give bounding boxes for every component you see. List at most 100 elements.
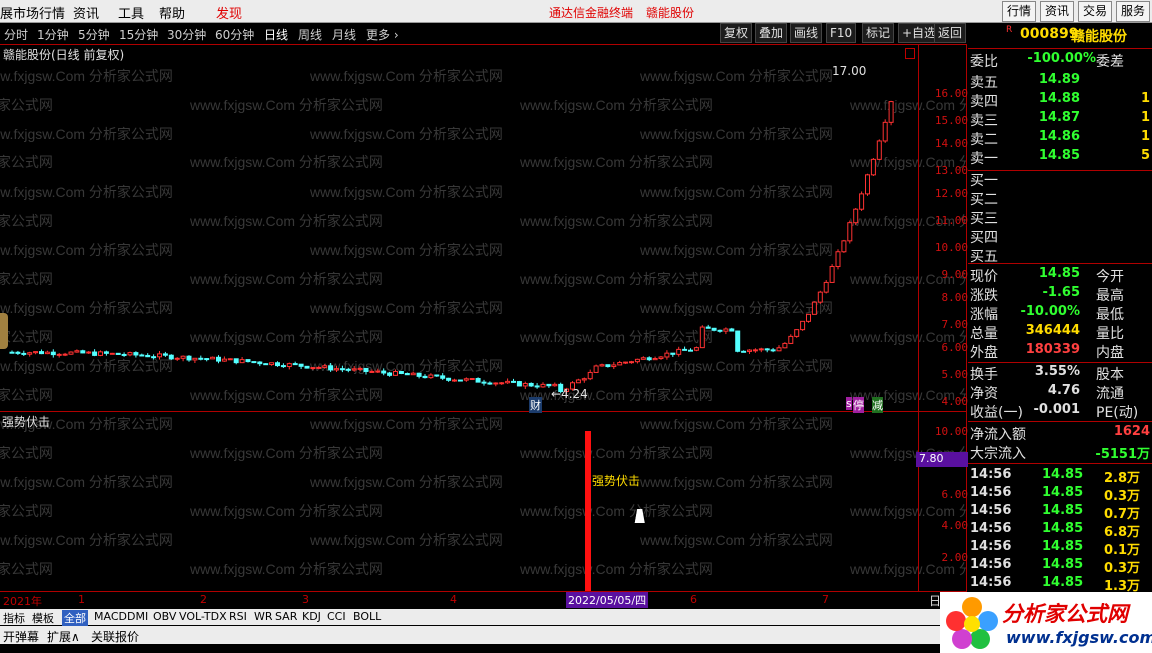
menu-help[interactable]: 帮助 bbox=[159, 3, 185, 22]
finance-marker[interactable]: 财 bbox=[529, 397, 542, 413]
tick-row[interactable]: 14:56 14.85 1.3万 bbox=[968, 575, 1152, 594]
tab-template[interactable]: 模板 bbox=[32, 610, 54, 626]
period-daily[interactable]: 日线 bbox=[264, 26, 288, 43]
tick-row[interactable]: 14:56 14.85 0.3万 bbox=[968, 557, 1152, 576]
candle-body bbox=[162, 353, 168, 356]
candle bbox=[511, 378, 516, 383]
candle-body bbox=[575, 379, 581, 384]
tick-volume: 2.8万 bbox=[1103, 471, 1140, 486]
candle-body bbox=[664, 352, 670, 358]
mark-button[interactable]: 标记 bbox=[862, 23, 895, 43]
candle bbox=[493, 382, 499, 387]
candle-body bbox=[617, 362, 623, 366]
candle bbox=[145, 353, 151, 358]
candle-body bbox=[422, 375, 428, 379]
candle bbox=[103, 350, 109, 356]
candlestick-chart[interactable] bbox=[0, 45, 918, 411]
tick-row[interactable]: 14:56 14.85 6.8万 bbox=[968, 521, 1152, 540]
stat-label: 外盘 bbox=[970, 345, 998, 361]
candle bbox=[782, 342, 788, 349]
period-15min[interactable]: 15分钟 bbox=[119, 26, 158, 43]
tab-macd[interactable]: MACD bbox=[94, 610, 127, 623]
candle bbox=[670, 352, 676, 357]
danmaku-toggle[interactable]: 开弹幕 bbox=[3, 628, 39, 645]
candle bbox=[646, 356, 652, 362]
flow-label: 大宗流入 bbox=[970, 446, 1026, 462]
candle bbox=[162, 351, 168, 357]
candle bbox=[475, 377, 481, 383]
period-60min[interactable]: 60分钟 bbox=[215, 26, 254, 43]
tab-kdj[interactable]: KDJ bbox=[302, 610, 321, 623]
expand-toggle[interactable]: 扩展∧ bbox=[47, 628, 80, 645]
candle-body bbox=[847, 222, 853, 242]
candle-body bbox=[487, 382, 493, 385]
fin-label: 换手 bbox=[970, 367, 998, 383]
candle bbox=[434, 374, 440, 377]
related-quotes-toggle[interactable]: 关联报价 bbox=[91, 628, 139, 645]
candle bbox=[339, 365, 345, 373]
trade-tab-button[interactable]: 交易 bbox=[1078, 1, 1113, 22]
period-more[interactable]: 更多 › bbox=[366, 26, 399, 43]
candle bbox=[334, 365, 339, 372]
service-tab-button[interactable]: 服务 bbox=[1116, 1, 1151, 22]
sell-price: 14.85 bbox=[1038, 148, 1080, 163]
menu-news[interactable]: 资讯 bbox=[73, 3, 99, 22]
period-5min[interactable]: 5分钟 bbox=[78, 26, 110, 43]
period-weekly[interactable]: 周线 bbox=[298, 26, 322, 43]
fin-label: 净资 bbox=[970, 386, 998, 402]
draw-button[interactable]: 画线 bbox=[790, 23, 823, 43]
period-monthly[interactable]: 月线 bbox=[332, 26, 356, 43]
candle-body bbox=[239, 359, 245, 364]
tab-indicator[interactable]: 指标 bbox=[3, 610, 25, 626]
candle-body bbox=[204, 358, 210, 361]
window-stock-name: 赣能股份 bbox=[646, 6, 695, 20]
tab-vol-tdx[interactable]: VOL-TDX bbox=[179, 610, 227, 623]
tick-row[interactable]: 14:56 14.85 0.1万 bbox=[968, 539, 1152, 558]
suspend-s-marker[interactable]: s bbox=[846, 397, 852, 410]
candle bbox=[192, 357, 198, 363]
tab-boll[interactable]: BOLL bbox=[353, 610, 381, 623]
candle bbox=[776, 345, 782, 352]
tick-row[interactable]: 14:56 14.85 0.3万 bbox=[968, 485, 1152, 504]
adjust-button[interactable]: 复权 bbox=[720, 23, 753, 43]
candle-body bbox=[735, 330, 741, 352]
candle-body bbox=[139, 354, 145, 357]
candle bbox=[62, 352, 68, 357]
candle-body bbox=[682, 348, 688, 351]
tick-row[interactable]: 14:56 14.85 0.7万 bbox=[968, 503, 1152, 522]
tick-row[interactable]: 14:56 14.85 2.8万 bbox=[968, 467, 1152, 486]
quote-tab-button[interactable]: 行情 bbox=[1002, 1, 1037, 22]
price-axis-label: 15.00 bbox=[934, 114, 968, 127]
signal-bar[interactable] bbox=[585, 431, 591, 591]
tab-dmi[interactable]: DMI bbox=[127, 610, 148, 623]
menu-discover[interactable]: 发现 bbox=[216, 3, 242, 22]
tab-rsi[interactable]: RSI bbox=[229, 610, 247, 623]
tab-wr[interactable]: WR bbox=[254, 610, 273, 623]
f10-button[interactable]: F10 bbox=[826, 23, 857, 43]
candle bbox=[747, 349, 752, 354]
tab-sar[interactable]: SAR bbox=[275, 610, 297, 623]
period-timeshare[interactable]: 分时 bbox=[4, 26, 28, 43]
news-tab-button[interactable]: 资讯 bbox=[1040, 1, 1075, 22]
sell-price: 14.88 bbox=[1038, 91, 1080, 106]
tab-cci[interactable]: CCI bbox=[327, 610, 346, 623]
candle bbox=[634, 358, 640, 364]
tab-all[interactable]: 全部 bbox=[62, 610, 88, 626]
menu-tools[interactable]: 工具 bbox=[118, 3, 144, 22]
reduce-marker[interactable]: 减 bbox=[872, 397, 883, 413]
fin-label-2: 股本 bbox=[1096, 367, 1124, 383]
candle bbox=[92, 349, 98, 357]
tick-price: 14.85 bbox=[1042, 539, 1084, 554]
period-30min[interactable]: 30分钟 bbox=[167, 26, 206, 43]
menu-market[interactable]: 展市场行情 bbox=[0, 3, 65, 22]
candle-body bbox=[103, 351, 109, 354]
suspend-marker[interactable]: 停 bbox=[853, 397, 864, 413]
back-button[interactable]: 返回 bbox=[934, 23, 966, 43]
tab-obv[interactable]: OBV bbox=[153, 610, 176, 623]
candle-body bbox=[741, 350, 747, 353]
watermark-text: www.fxjgsw.Com 分析家公式网 bbox=[0, 503, 53, 519]
period-1min[interactable]: 1分钟 bbox=[37, 26, 69, 43]
sell-price: 14.86 bbox=[1038, 129, 1080, 144]
candle-body bbox=[770, 349, 776, 352]
overlay-button[interactable]: 叠加 bbox=[755, 23, 788, 43]
